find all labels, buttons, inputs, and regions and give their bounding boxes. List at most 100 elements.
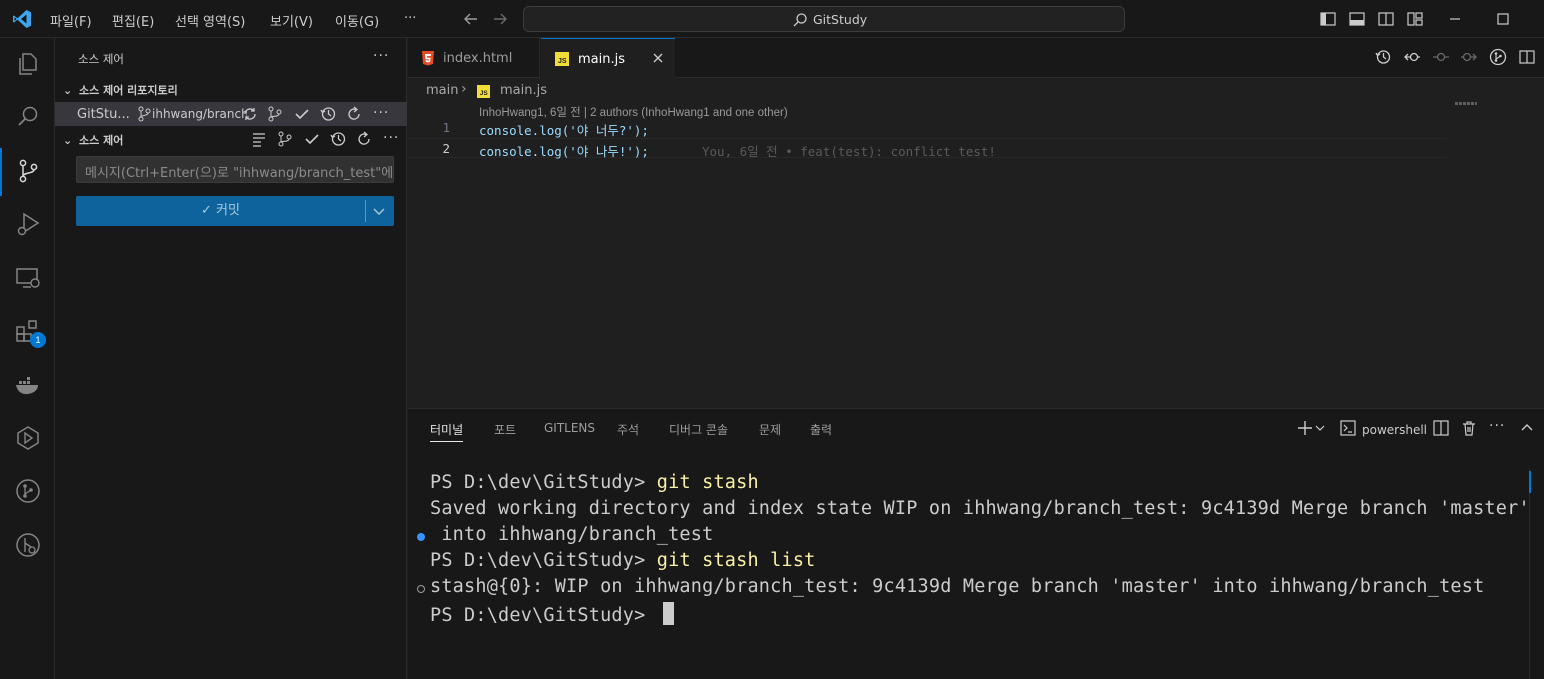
repository-row[interactable]: GitStu... ihhwang/branch_test ··· <box>55 102 407 126</box>
menu-selection[interactable]: 선택 영역(S) <box>175 11 245 30</box>
live-share-icon[interactable] <box>14 424 42 452</box>
title-bar: 파일(F) 편집(E) 선택 영역(S) 보기(V) 이동(G) ··· Git… <box>0 0 1544 38</box>
terminal-line: into ihhwang/branch_test <box>430 524 714 545</box>
terminal-command: git stash <box>656 472 759 493</box>
chevron-down-icon[interactable] <box>371 203 387 219</box>
gitlens-icon[interactable] <box>14 531 42 559</box>
repositories-section-header[interactable]: ⌄ 소스 제어 리포지토리 <box>63 82 178 98</box>
code-text: console.log('야 나두!'); <box>479 144 649 159</box>
panel-tab-problems[interactable]: 문제 <box>759 421 781 438</box>
branch-graph-icon[interactable] <box>276 130 294 148</box>
panel-more-button[interactable]: ··· <box>1489 418 1505 434</box>
back-arrow-icon[interactable] <box>462 10 480 28</box>
customize-layout-icon[interactable] <box>1406 10 1424 28</box>
menu-more-button[interactable]: ··· <box>404 11 416 26</box>
sync-icon[interactable] <box>241 105 259 123</box>
terminal-line: PS D:\dev\GitStudy> git stash list <box>430 550 816 571</box>
repository-more-button[interactable]: ··· <box>373 105 389 121</box>
active-view-indicator <box>0 148 2 196</box>
search-icon[interactable] <box>14 103 42 131</box>
menu-file[interactable]: 파일(F) <box>50 11 92 30</box>
panel-tab-output[interactable]: 출력 <box>810 421 832 438</box>
forward-arrow-icon[interactable] <box>491 10 509 28</box>
tab-main-js[interactable]: JS main.js <box>541 38 675 79</box>
terminal-scrollbar[interactable] <box>1529 469 1530 679</box>
inline-blame-annotation: You, 6일 전 • feat(test): conflict test! <box>702 144 996 159</box>
command-decoration[interactable] <box>417 585 425 593</box>
toggle-panel-icon[interactable] <box>1348 10 1366 28</box>
vscode-logo-icon <box>13 10 31 28</box>
close-icon[interactable] <box>651 51 665 65</box>
activity-bar: 1 <box>0 38 55 679</box>
tab-main-js-label: main.js <box>578 52 625 67</box>
menu-view[interactable]: 보기(V) <box>270 11 313 30</box>
remote-explorer-icon[interactable] <box>14 264 42 292</box>
commit-button[interactable]: ✓ 커밋 <box>76 196 394 226</box>
panel-tab-ports[interactable]: 포트 <box>494 421 516 438</box>
chevron-down-icon[interactable] <box>1314 419 1326 437</box>
chevron-down-icon: ⌄ <box>63 84 73 97</box>
toggle-sidebar-icon[interactable] <box>1319 10 1337 28</box>
javascript-file-icon: JS <box>477 85 490 98</box>
gitlens-inspect-icon[interactable] <box>1489 48 1507 66</box>
breadcrumb-folder[interactable]: main <box>426 83 458 98</box>
sidebar-title: 소스 제어 <box>78 52 124 66</box>
code-line-current[interactable]: 2 console.log('야 나두!'); You, 6일 전 • feat… <box>408 138 1446 159</box>
menu-edit[interactable]: 편집(E) <box>112 11 154 30</box>
minimap[interactable] <box>1455 102 1477 105</box>
trash-icon[interactable] <box>1460 419 1478 437</box>
repository-branch[interactable]: ihhwang/branch_test <box>152 107 247 121</box>
commit-check-icon[interactable] <box>303 130 321 148</box>
tab-index-html[interactable]: index.html <box>408 38 540 78</box>
maximize-window-icon[interactable] <box>1494 10 1512 28</box>
chevron-right-icon: › <box>461 81 467 97</box>
previous-revision-icon[interactable] <box>1403 48 1421 66</box>
code-line[interactable]: 1 console.log('야 너두?'); <box>408 118 1446 138</box>
source-control-icon[interactable] <box>14 157 42 185</box>
chevron-up-icon[interactable] <box>1518 419 1536 437</box>
refresh-icon[interactable] <box>345 105 363 123</box>
run-debug-icon[interactable] <box>14 210 42 238</box>
split-terminal-icon[interactable] <box>1432 419 1450 437</box>
terminal-prompt: PS D:\dev\GitStudy> <box>430 550 657 571</box>
terminal-cursor <box>662 602 674 625</box>
timeline-history-icon[interactable] <box>1374 48 1392 66</box>
repository-name: GitStu... <box>77 107 130 122</box>
branch-graph-icon[interactable] <box>266 105 284 123</box>
explorer-icon[interactable] <box>14 50 42 78</box>
next-revision-icon[interactable] <box>1460 48 1478 66</box>
new-terminal-icon[interactable] <box>1296 419 1314 437</box>
terminal-line: stash@{0}: WIP on ihhwang/branch_test: 9… <box>430 576 1485 597</box>
split-editor-icon[interactable] <box>1518 48 1536 66</box>
history-icon[interactable] <box>329 130 347 148</box>
panel-tab-debug-console[interactable]: 디버그 콘솔 <box>669 421 728 438</box>
command-center-search[interactable]: GitStudy <box>523 6 1125 32</box>
commit-message-input[interactable]: 메시지(Ctrl+Enter(으)로 "ihhwang/branch_test"… <box>76 156 394 183</box>
repositories-section-label: 소스 제어 리포지토리 <box>79 84 178 97</box>
breadcrumb-file[interactable]: main.js <box>500 83 547 98</box>
toggle-secondary-sidebar-icon[interactable] <box>1377 10 1395 28</box>
panel-tab-comments[interactable]: 주석 <box>617 421 639 438</box>
panel-tab-terminal[interactable]: 터미널 <box>430 421 464 442</box>
html5-file-icon <box>422 51 434 66</box>
commit-check-icon[interactable] <box>293 105 311 123</box>
sidebar-more-button[interactable]: ··· <box>373 48 389 64</box>
terminal-prompt: PS D:\dev\GitStudy> <box>430 605 657 626</box>
editor-tab-bar: index.html JS main.js <box>408 38 1544 79</box>
menu-go[interactable]: 이동(G) <box>335 11 379 30</box>
command-success-decoration[interactable] <box>417 533 425 541</box>
changes-section-header[interactable]: ⌄ 소스 제어 <box>63 132 123 148</box>
panel-tab-gitlens[interactable]: GITLENS <box>544 421 595 435</box>
refresh-icon[interactable] <box>355 130 373 148</box>
view-as-list-icon[interactable] <box>250 130 268 148</box>
terminal-shell-name[interactable]: powershell <box>1362 423 1427 437</box>
commit-node-icon[interactable] <box>1432 48 1450 66</box>
minimize-window-icon[interactable] <box>1446 10 1464 28</box>
javascript-file-icon: JS <box>555 52 569 66</box>
history-icon[interactable] <box>319 105 337 123</box>
terminal-line: PS D:\dev\GitStudy> <box>430 602 674 626</box>
bottom-panel: 터미널 포트 GITLENS 주석 디버그 콘솔 문제 출력 powershel… <box>408 408 1544 679</box>
changes-more-button[interactable]: ··· <box>383 130 399 146</box>
docker-icon[interactable] <box>14 371 42 399</box>
git-graph-icon[interactable] <box>14 477 42 505</box>
